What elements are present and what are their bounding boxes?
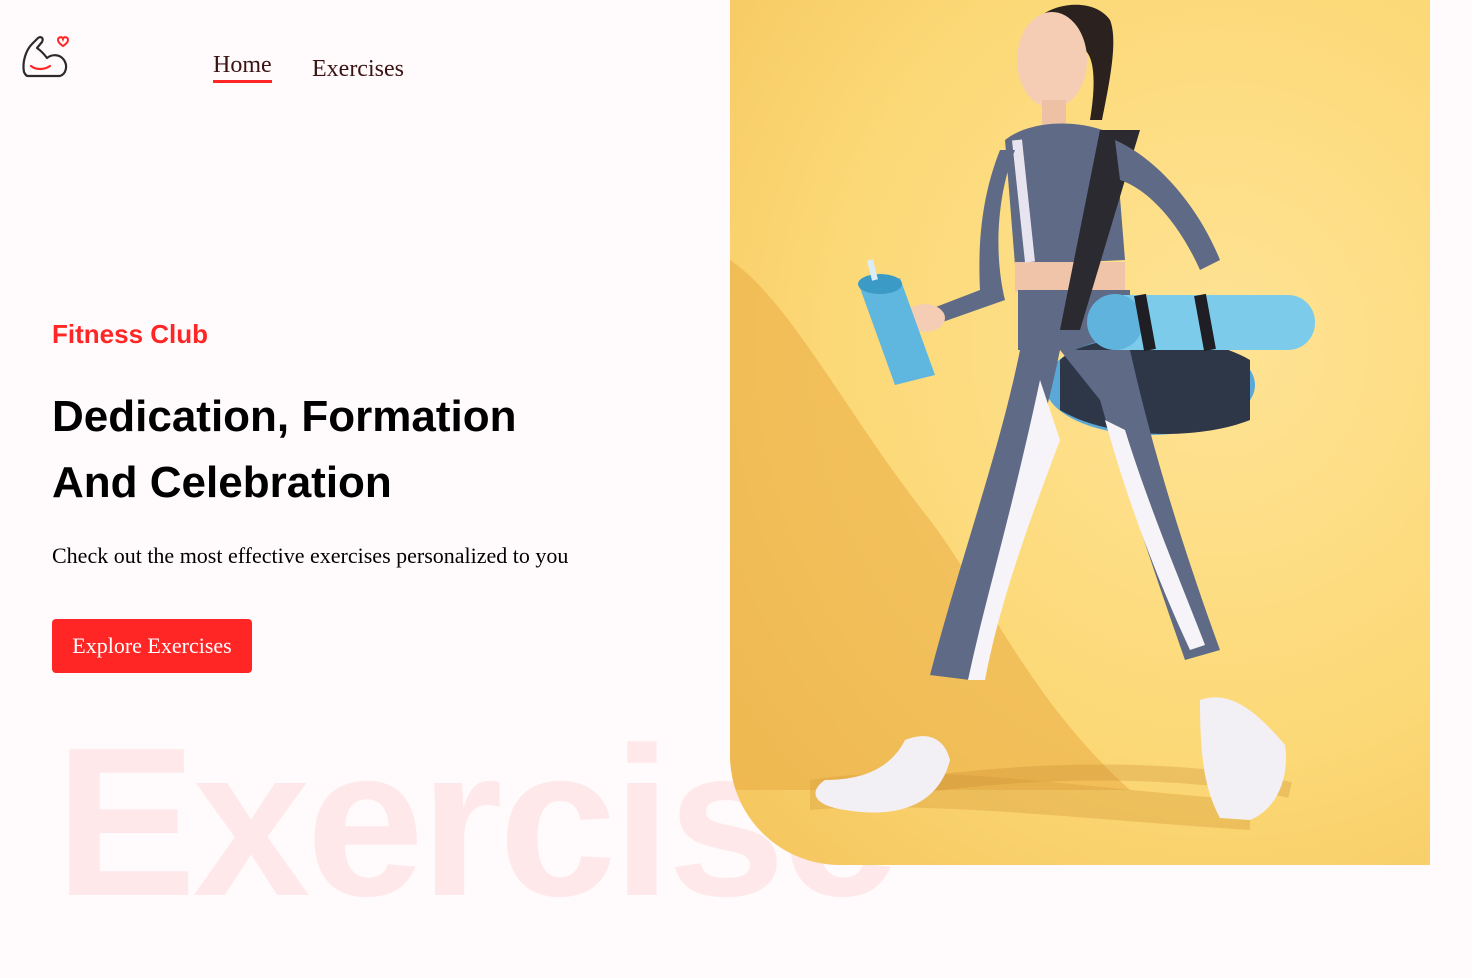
nav-exercises-link[interactable]: Exercises [312,56,404,82]
hero-banner-image [730,0,1430,865]
hero-headline: Dedication, Formation And Celebration [52,392,517,507]
hero-subtext: Check out the most effective exercises p… [52,543,569,568]
logo-flexed-arm-heart-icon[interactable] [20,30,72,82]
nav-home-link[interactable]: Home [213,52,272,83]
woman-walking-illustration [730,4,1315,830]
explore-exercises-button[interactable]: Explore Exercises [52,619,252,673]
hero-eyebrow: Fitness Club [52,319,209,349]
